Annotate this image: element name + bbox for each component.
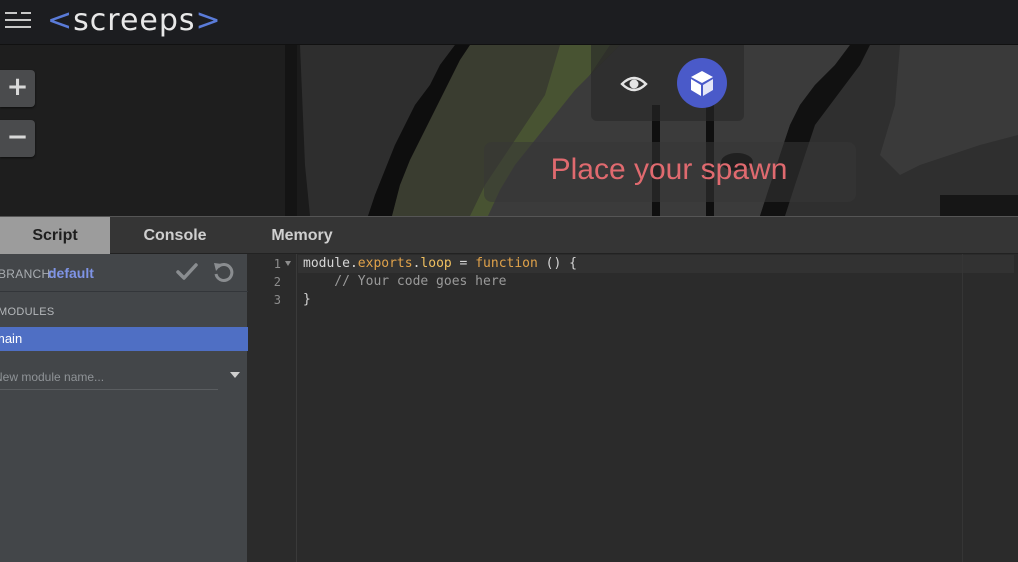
print-margin: [962, 254, 963, 562]
menu-icon[interactable]: [5, 11, 31, 29]
logo-text: screeps: [73, 3, 196, 38]
cube-icon: [691, 71, 713, 96]
line-number: 3: [273, 293, 281, 307]
module-item-main[interactable]: main: [0, 327, 248, 351]
code-token: module: [303, 256, 350, 271]
place-spawn-message: Place your spawn: [550, 153, 788, 186]
code-editor[interactable]: 1 2 3 module.exports.loop = function () …: [249, 254, 1018, 562]
code-line-2: // Your code goes here: [303, 274, 507, 289]
modules-label: MODULES: [0, 306, 55, 318]
module-name: main: [0, 331, 23, 346]
branch-selector[interactable]: default: [48, 265, 94, 281]
editor-gutter: 1 2 3: [249, 254, 297, 562]
code-line-1: module.exports.loop = function () {: [303, 255, 577, 273]
code-token: .: [349, 256, 358, 271]
branch-label: BRANCH:: [0, 267, 55, 281]
code-token: exports: [357, 256, 413, 271]
line-number: 2: [273, 275, 281, 289]
zoom-out-button[interactable]: −: [0, 120, 35, 157]
line-number: 1: [273, 257, 281, 271]
code-token: () {: [537, 256, 577, 271]
zoom-in-button[interactable]: +: [0, 70, 35, 107]
script-sidebar: BRANCH: default MODULES main: [0, 254, 248, 562]
check-icon[interactable]: [176, 262, 198, 282]
fold-arrow-icon[interactable]: [285, 261, 291, 266]
code-line-3: }: [303, 292, 311, 307]
caret-down-icon[interactable]: [229, 371, 241, 379]
tab-script[interactable]: Script: [0, 217, 110, 254]
top-bar: <screeps>: [0, 0, 1018, 45]
new-module-input[interactable]: [0, 364, 218, 390]
panel-tabs: Script Console Memory: [0, 216, 1018, 254]
screeps-logo[interactable]: <screeps>: [47, 1, 222, 41]
eye-icon[interactable]: [612, 66, 656, 102]
logo-bracket-close: >: [195, 3, 222, 38]
branch-row: BRANCH: default: [0, 254, 248, 292]
code-token: =: [451, 256, 476, 271]
code-token: function: [475, 256, 538, 271]
construct-mode-button[interactable]: [677, 58, 727, 108]
logo-bracket-open: <: [47, 3, 74, 38]
tab-console[interactable]: Console: [110, 217, 240, 254]
undo-icon[interactable]: [212, 261, 234, 283]
code-token: loop: [420, 256, 452, 271]
tab-memory[interactable]: Memory: [240, 217, 364, 254]
